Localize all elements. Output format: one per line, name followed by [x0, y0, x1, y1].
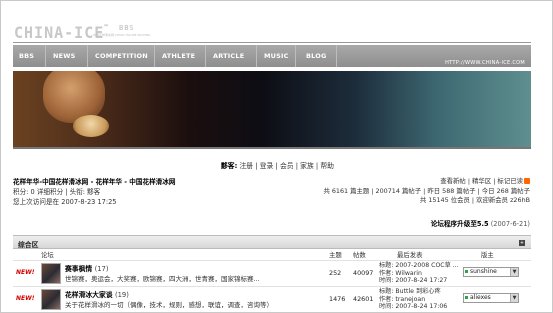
forum-description: 世锦赛，奥运会，大奖赛，欧锦赛，四大洲，世青赛，国家锦标赛... [65, 275, 260, 283]
site-url[interactable]: HTTP://WWW.CHINA-ICE.COM [445, 60, 525, 66]
link-login[interactable]: 登录 [260, 162, 274, 170]
nav-competition[interactable]: COMPETITION [95, 45, 148, 67]
nav-separator [295, 45, 296, 67]
table-row: NEW! 赛事枫情 (17) 世锦赛，奥运会，大奖赛，欧锦赛，四大洲，世青赛，国… [13, 260, 531, 285]
topic-count: 252 [329, 269, 342, 277]
nav-separator [154, 45, 155, 67]
nav-separator [336, 45, 337, 67]
nav-athlete[interactable]: ATHLETE [162, 45, 195, 67]
topic-count: 1476 [329, 295, 346, 303]
nav-bbs[interactable]: BBS [19, 45, 34, 67]
link-register[interactable]: 注册 [240, 162, 254, 170]
nav-separator [87, 45, 88, 67]
forum-name[interactable]: 花样滑冰大家谈 (19) [65, 289, 129, 299]
chevron-down-icon[interactable]: ▼ [510, 268, 518, 276]
forum-thumbnail[interactable] [41, 289, 61, 310]
header-banner-image [13, 71, 531, 147]
announcement[interactable]: 论坛程序升级至5.5 (2007-6-21) [431, 218, 530, 228]
col-last-post: 最后发表 [397, 251, 423, 259]
col-forum: 论坛 [41, 251, 54, 259]
last-post-title[interactable]: 标题: 2007-2008 COC草 ... [379, 262, 459, 270]
username: 黟客: [221, 162, 238, 170]
user-bar: 黟客: 注册 | 登录 | 会员 | 家族 | 帮助 [221, 162, 334, 170]
post-count: 42601 [353, 295, 374, 303]
main-nav: BBS NEWS COMPETITION ATHLETE ARTICLE MUS… [13, 45, 531, 67]
category-header: 综合区 + [13, 235, 531, 249]
logo-subtitle: 中国花样滑冰网 CHINA FIGURE SKATING [93, 33, 151, 37]
forum-name[interactable]: 赛事枫情 (17) [65, 263, 109, 273]
site-logo[interactable]: CHINA-ICE™ BBS 中国花样滑冰网 CHINA FIGURE SKAT… [14, 23, 174, 43]
moderator-select[interactable]: sunshine ▼ [463, 267, 519, 277]
quick-links[interactable]: 查看新帖 | 精华区 | 标记已读 [440, 177, 523, 185]
link-help[interactable]: 帮助 [320, 162, 334, 170]
rss-icon[interactable] [524, 178, 530, 184]
nav-separator [205, 45, 206, 67]
col-topics: 主题 [329, 251, 342, 259]
nav-news[interactable]: NEWS [53, 45, 76, 67]
nav-separator [256, 45, 257, 67]
collapse-icon[interactable]: + [519, 240, 525, 246]
forum-thumbnail[interactable] [41, 263, 61, 284]
chevron-down-icon[interactable]: ▼ [510, 294, 518, 302]
last-post-author[interactable]: 作者: tranejoan [379, 296, 447, 304]
last-post-time: 时间: 2007-8-24 17:27 [379, 277, 448, 284]
announcement-title[interactable]: 论坛程序升级至5.5 [431, 220, 489, 228]
col-posts: 帖数 [353, 251, 366, 259]
forum-description: 关于花样滑冰的一切（偶像，技术，规则，感想，联谊，调查，咨询等） [65, 301, 273, 309]
page: CHINA-ICE™ BBS 中国花样滑冰网 CHINA FIGURE SKAT… [0, 0, 553, 313]
nav-article[interactable]: ARTICLE [213, 45, 244, 67]
member-stats: 共 15145 位会员 | 欢迎新会员 z26hB [419, 196, 530, 204]
banner-hands-figure [73, 115, 109, 137]
banner-divider [13, 147, 531, 149]
nav-blog[interactable]: BLOG [306, 45, 327, 67]
last-post-author[interactable]: 作者: Wilwarin [379, 270, 459, 278]
table-row: NEW! 花样滑冰大家谈 (19) 关于花样滑冰的一切（偶像，技术，规则，感想，… [13, 286, 531, 311]
nav-separator [45, 45, 46, 67]
header-divider [13, 42, 531, 43]
last-post-title[interactable]: 标题: Buttle 到彩心疼 [379, 288, 447, 296]
topic-stats: 共 6161 篇主题 | 200714 篇帖子 | 昨日 588 篇帖子 | 今… [323, 186, 530, 195]
moderator-select[interactable]: aliexes ▼ [463, 293, 519, 303]
post-count: 40097 [353, 269, 374, 277]
announcement-date: (2007-6-21) [490, 220, 530, 228]
new-badge: NEW! [16, 269, 35, 276]
last-post: 标题: Buttle 到彩心疼 作者: tranejoan 时间: 2007-8… [379, 288, 447, 311]
logo-bbs: BBS [119, 24, 135, 32]
link-family[interactable]: 家族 [300, 162, 314, 170]
col-moderator: 版主 [481, 251, 494, 259]
table-header: 论坛 主题 帖数 最后发表 版主 [13, 250, 531, 260]
nav-music[interactable]: MUSIC [264, 45, 289, 67]
link-members[interactable]: 会员 [280, 162, 294, 170]
last-post: 标题: 2007-2008 COC草 ... 作者: Wilwarin 时间: … [379, 262, 459, 285]
forum-stats: 查看新帖 | 精华区 | 标记已读 共 6161 篇主题 | 200714 篇帖… [230, 177, 530, 206]
last-post-time: 时间: 2007-8-24 17:06 [379, 303, 448, 310]
new-badge: NEW! [16, 295, 35, 302]
category-title[interactable]: 综合区 [18, 239, 38, 249]
